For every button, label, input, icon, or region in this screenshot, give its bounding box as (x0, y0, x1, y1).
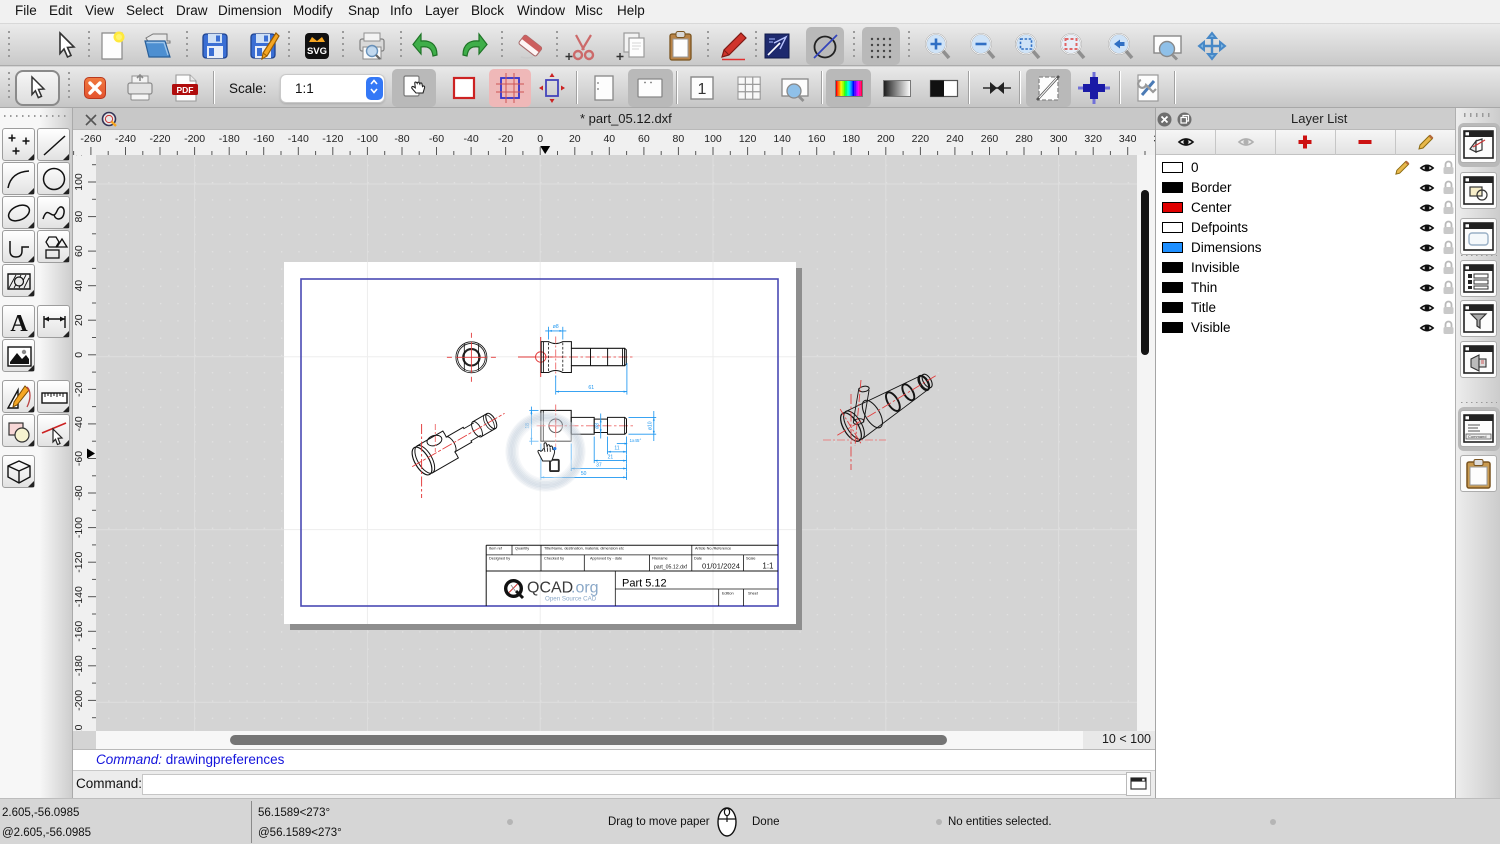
svg-text:140: 140 (773, 133, 791, 145)
svg-text:-200: -200 (73, 690, 85, 711)
svg-text:Approved by - date: Approved by - date (590, 557, 622, 561)
svg-text:40: 40 (73, 280, 85, 292)
svg-text:Filename: Filename (652, 557, 668, 561)
svg-text:-160: -160 (253, 133, 274, 145)
svg-text:80: 80 (73, 211, 85, 223)
svg-text:Scale: Scale (746, 557, 756, 561)
svg-text:-220: -220 (149, 133, 170, 145)
svg-text:-140: -140 (73, 586, 85, 607)
svg-text:120: 120 (73, 155, 85, 156)
svg-text:Sheet: Sheet (748, 592, 759, 596)
svg-text:0: 0 (73, 352, 85, 358)
svg-text:-120: -120 (322, 133, 343, 145)
svg-text:Date: Date (694, 557, 702, 561)
svg-text:-160: -160 (73, 621, 85, 642)
svg-text:240: 240 (946, 133, 964, 145)
svg-text:100: 100 (704, 133, 722, 145)
svg-text:-140: -140 (288, 133, 309, 145)
svg-text:ø10: ø10 (648, 421, 654, 430)
svg-text:Item ref: Item ref (489, 547, 503, 551)
svg-text:300: 300 (1050, 133, 1068, 145)
svg-text:-60: -60 (73, 451, 85, 466)
svg-text:0: 0 (537, 133, 543, 145)
svg-text:220: 220 (912, 133, 930, 145)
svg-text:-20: -20 (73, 382, 85, 397)
svg-text:Edition: Edition (722, 592, 734, 596)
svg-text:20: 20 (569, 133, 581, 145)
svg-text:-100: -100 (357, 133, 378, 145)
svg-text:-80: -80 (394, 133, 409, 145)
svg-text:.org: .org (571, 580, 599, 597)
svg-text:1x45°: 1x45° (630, 438, 642, 443)
svg-text:-40: -40 (464, 133, 479, 145)
svg-text:PDF: PDF (177, 85, 194, 95)
svg-text:11: 11 (614, 446, 619, 452)
svg-text:260: 260 (981, 133, 999, 145)
svg-text:-20: -20 (498, 133, 513, 145)
svg-text:-60: -60 (429, 133, 444, 145)
svg-text:SVG: SVG (307, 46, 327, 57)
svg-text:120: 120 (739, 133, 757, 145)
svg-text:50: 50 (581, 471, 587, 477)
svg-text:1:1: 1:1 (762, 562, 774, 571)
svg-text:1: 1 (698, 81, 707, 98)
svg-text:Quantity: Quantity (515, 547, 529, 551)
svg-text:-40: -40 (73, 416, 85, 431)
svg-text:-100: -100 (73, 517, 85, 538)
svg-text:100: 100 (73, 173, 85, 191)
svg-text:Command: Command (1468, 434, 1486, 439)
svg-text:QCAD: QCAD (527, 580, 573, 597)
svg-text:-120: -120 (73, 552, 85, 573)
svg-text:-260: -260 (80, 133, 101, 145)
svg-text:21: 21 (608, 454, 614, 460)
svg-text:180: 180 (842, 133, 860, 145)
svg-text:Title/Name, destination, mater: Title/Name, destination, material, dimen… (544, 547, 624, 551)
svg-text:Part 5.12: Part 5.12 (622, 578, 667, 590)
svg-text:37: 37 (596, 462, 602, 468)
svg-text:-80: -80 (73, 485, 85, 500)
svg-text:A: A (10, 311, 28, 337)
svg-text:Open Source CAD: Open Source CAD (545, 596, 597, 603)
svg-text:Checked by: Checked by (544, 557, 564, 561)
svg-text:20: 20 (73, 314, 85, 326)
svg-text:Designed by: Designed by (489, 557, 510, 561)
svg-text:ø8: ø8 (553, 324, 559, 330)
svg-text:-180: -180 (73, 655, 85, 676)
svg-text:280: 280 (1015, 133, 1033, 145)
svg-text:-240: -240 (115, 133, 136, 145)
svg-text:60: 60 (638, 133, 650, 145)
svg-text:-220: -220 (73, 724, 85, 731)
svg-text:61: 61 (588, 385, 594, 391)
svg-text:-180: -180 (219, 133, 240, 145)
svg-text:320: 320 (1084, 133, 1102, 145)
svg-text:Article No./Reference: Article No./Reference (695, 547, 731, 551)
svg-text:340: 340 (1119, 133, 1137, 145)
svg-text:01/01/2024: 01/01/2024 (702, 562, 740, 571)
svg-text:part_05.12.dxf: part_05.12.dxf (654, 565, 688, 571)
svg-text:40: 40 (603, 133, 615, 145)
svg-text:ø8: ø8 (595, 423, 601, 429)
svg-text:-200: -200 (184, 133, 205, 145)
svg-text:60: 60 (73, 245, 85, 257)
svg-text:80: 80 (673, 133, 685, 145)
svg-text:200: 200 (877, 133, 895, 145)
svg-text:160: 160 (808, 133, 826, 145)
